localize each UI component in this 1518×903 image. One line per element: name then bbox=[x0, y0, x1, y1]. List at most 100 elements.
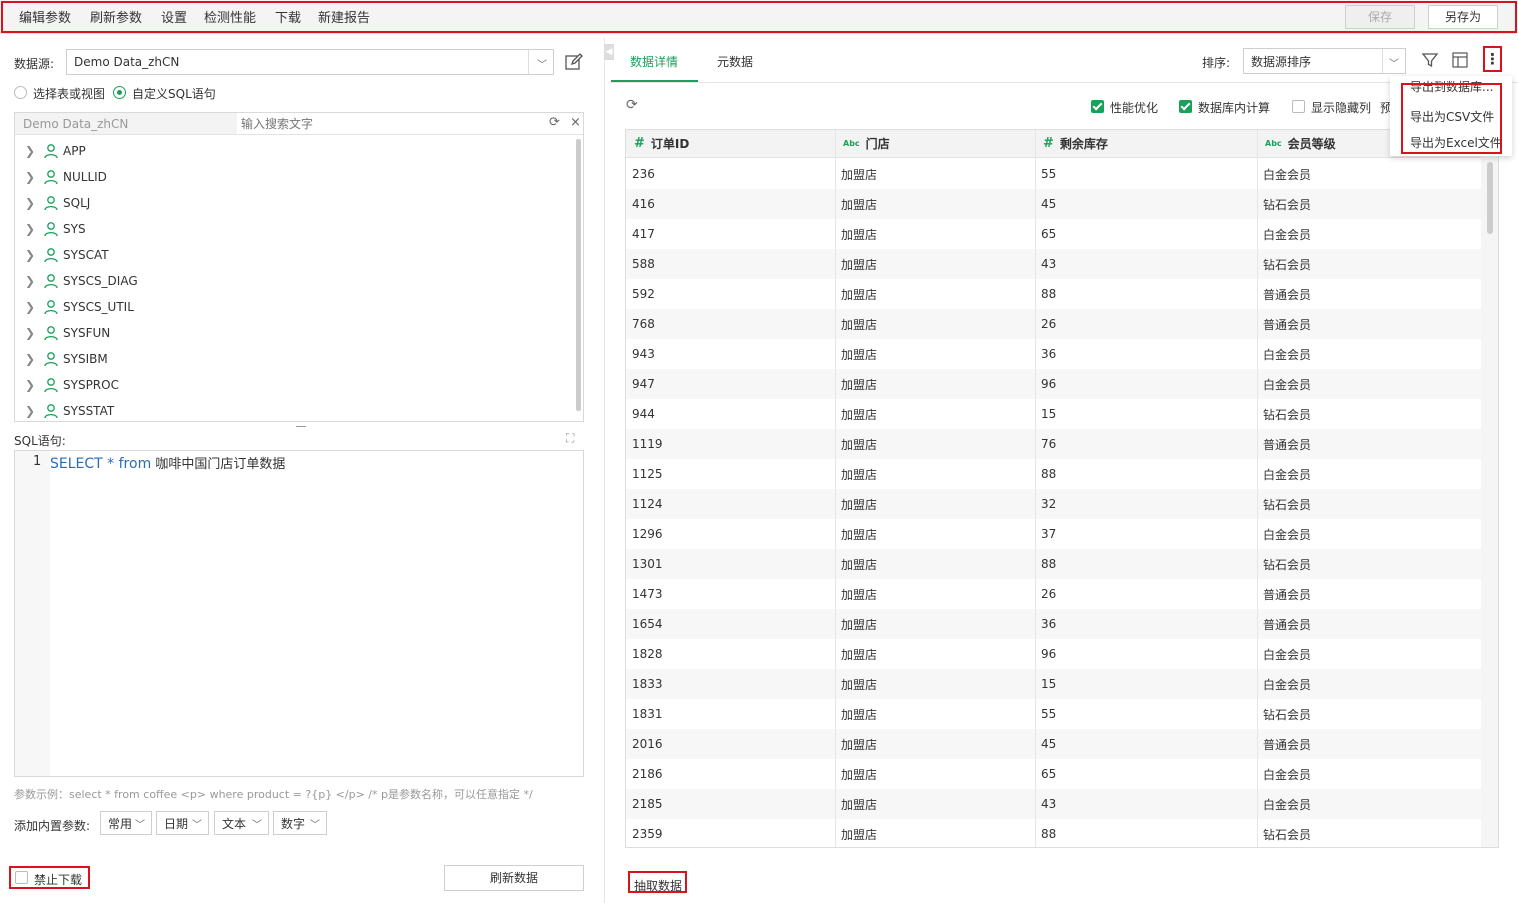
tree-item[interactable]: ❯ SYSCS_UTIL bbox=[25, 297, 134, 317]
tab-metadata[interactable]: 元数据 bbox=[717, 53, 753, 70]
table-cell: 1833 bbox=[632, 677, 663, 691]
refresh-icon[interactable]: ⟳ bbox=[626, 97, 638, 113]
tree-scrollbar[interactable] bbox=[576, 139, 581, 411]
table-row[interactable]: 1119 加盟店 76 普通会员 bbox=[626, 429, 1481, 459]
show-hidden-cols-checkbox[interactable] bbox=[1292, 100, 1305, 113]
table-row[interactable]: 947 加盟店 96 白金会员 bbox=[626, 369, 1481, 399]
table-cell: 88 bbox=[1041, 287, 1057, 301]
tree-item[interactable]: ❯ SYSPROC bbox=[25, 375, 119, 395]
table-row[interactable]: 1654 加盟店 36 普通会员 bbox=[626, 609, 1481, 639]
table-row[interactable]: 1124 加盟店 32 钻石会员 bbox=[626, 489, 1481, 519]
table-cell: 钻石会员 bbox=[1263, 707, 1312, 722]
column-header[interactable]: # 剩余库存 bbox=[1035, 130, 1257, 158]
refresh-data-button[interactable]: 刷新数据 bbox=[444, 865, 584, 891]
table-row[interactable]: 588 加盟店 43 钻石会员 bbox=[626, 249, 1481, 279]
menu-refresh-params[interactable]: 刷新参数 bbox=[90, 7, 142, 26]
grid-scrollbar-thumb[interactable] bbox=[1487, 162, 1493, 234]
export-to-db[interactable]: 导出到数据库... bbox=[1410, 78, 1493, 95]
number-type-icon: # bbox=[634, 136, 645, 151]
export-csv[interactable]: 导出为CSV文件 bbox=[1410, 108, 1494, 125]
expand-icon[interactable]: ⛶ bbox=[566, 431, 574, 446]
param-dropdown-number[interactable]: 数字 ﹀ bbox=[273, 811, 327, 835]
more-options-icon[interactable]: ⋮ bbox=[1484, 47, 1501, 72]
datasource-select[interactable]: Demo Data_zhCN ﹀ bbox=[66, 49, 554, 75]
edit-icon[interactable] bbox=[564, 52, 584, 72]
save-button[interactable]: 保存 bbox=[1345, 5, 1415, 29]
resize-handle[interactable] bbox=[296, 426, 306, 427]
disable-download-checkbox[interactable] bbox=[15, 871, 28, 884]
save-as-button[interactable]: 另存为 bbox=[1428, 5, 1498, 29]
chevron-down-icon: ﹀ bbox=[252, 820, 262, 831]
chevron-right-icon[interactable]: ❯ bbox=[25, 144, 39, 158]
tree-item[interactable]: ❯ SYS bbox=[25, 219, 86, 239]
chevron-right-icon[interactable]: ❯ bbox=[25, 326, 39, 340]
table-cell: 钻石会员 bbox=[1263, 257, 1312, 272]
chevron-right-icon[interactable]: ❯ bbox=[25, 404, 39, 418]
table-row[interactable]: 1296 加盟店 37 白金会员 bbox=[626, 519, 1481, 549]
tree-item[interactable]: ❯ NULLID bbox=[25, 167, 107, 187]
column-header[interactable]: # 订单ID bbox=[626, 130, 835, 158]
filter-icon[interactable] bbox=[1421, 51, 1439, 69]
menu-new-report[interactable]: 新建报告 bbox=[318, 7, 370, 26]
table-row[interactable]: 1125 加盟店 88 白金会员 bbox=[626, 459, 1481, 489]
table-row[interactable]: 2185 加盟店 43 白金会员 bbox=[626, 789, 1481, 819]
tree-item[interactable]: ❯ APP bbox=[25, 141, 86, 161]
user-schema-icon bbox=[44, 378, 58, 393]
table-row[interactable]: 1833 加盟店 15 白金会员 bbox=[626, 669, 1481, 699]
sort-select[interactable]: 数据源排序 ﹀ bbox=[1243, 48, 1406, 74]
tree-item[interactable]: ❯ SQLJ bbox=[25, 193, 90, 213]
table-row[interactable]: 592 加盟店 88 普通会员 bbox=[626, 279, 1481, 309]
chevron-right-icon[interactable]: ❯ bbox=[25, 274, 39, 288]
chevron-right-icon[interactable]: ❯ bbox=[25, 300, 39, 314]
perf-optimize-checkbox[interactable] bbox=[1091, 100, 1104, 113]
collapse-panel-icon[interactable]: ◀ bbox=[604, 44, 614, 60]
tree-item-label: SYS bbox=[63, 222, 86, 236]
menu-check-performance[interactable]: 检测性能 bbox=[204, 7, 256, 26]
columns-icon[interactable] bbox=[1451, 51, 1469, 69]
table-row[interactable]: 944 加盟店 15 钻石会员 bbox=[626, 399, 1481, 429]
table-row[interactable]: 1473 加盟店 26 普通会员 bbox=[626, 579, 1481, 609]
chevron-right-icon[interactable]: ❯ bbox=[25, 248, 39, 262]
param-dropdown-date[interactable]: 日期 ﹀ bbox=[156, 811, 209, 835]
table-cell: 36 bbox=[1041, 617, 1057, 631]
chevron-right-icon[interactable]: ❯ bbox=[25, 352, 39, 366]
chevron-right-icon[interactable]: ❯ bbox=[25, 378, 39, 392]
tree-item[interactable]: ❯ SYSIBM bbox=[25, 349, 108, 369]
table-row[interactable]: 1828 加盟店 96 白金会员 bbox=[626, 639, 1481, 669]
table-row[interactable]: 943 加盟店 36 白金会员 bbox=[626, 339, 1481, 369]
grid-scrollbar-track bbox=[1481, 130, 1498, 847]
tree-item[interactable]: ❯ SYSSTAT bbox=[25, 401, 114, 421]
column-header[interactable]: Abc 门店 bbox=[835, 130, 1035, 158]
extract-data-button[interactable]: 抽取数据 bbox=[634, 877, 682, 894]
table-row[interactable]: 2016 加盟店 45 普通会员 bbox=[626, 729, 1481, 759]
export-excel[interactable]: 导出为Excel文件 bbox=[1410, 134, 1502, 151]
table-row[interactable]: 2359 加盟店 88 钻石会员 bbox=[626, 819, 1481, 847]
refresh-icon[interactable]: ⟳ bbox=[549, 115, 560, 130]
chevron-right-icon[interactable]: ❯ bbox=[25, 170, 39, 184]
table-row[interactable]: 1301 加盟店 88 钻石会员 bbox=[626, 549, 1481, 579]
table-row[interactable]: 417 加盟店 65 白金会员 bbox=[626, 219, 1481, 249]
table-row[interactable]: 2186 加盟店 65 白金会员 bbox=[626, 759, 1481, 789]
table-cell: 普通会员 bbox=[1263, 587, 1312, 602]
chevron-right-icon[interactable]: ❯ bbox=[25, 222, 39, 236]
tree-item[interactable]: ❯ SYSCAT bbox=[25, 245, 109, 265]
table-row[interactable]: 768 加盟店 26 普通会员 bbox=[626, 309, 1481, 339]
table-row[interactable]: 1831 加盟店 55 钻石会员 bbox=[626, 699, 1481, 729]
close-icon[interactable]: × bbox=[570, 115, 581, 130]
param-dropdown-common[interactable]: 常用 ﹀ bbox=[100, 811, 152, 835]
radio-table-view[interactable] bbox=[14, 86, 27, 99]
param-dropdown-text[interactable]: 文本 ﹀ bbox=[214, 811, 269, 835]
tree-search-input[interactable] bbox=[241, 114, 541, 133]
menu-download[interactable]: 下载 bbox=[275, 7, 301, 26]
chevron-right-icon[interactable]: ❯ bbox=[25, 196, 39, 210]
tree-item[interactable]: ❯ SYSFUN bbox=[25, 323, 110, 343]
radio-custom-sql[interactable] bbox=[113, 86, 126, 99]
sql-editor[interactable]: 1 SELECT * from 咖啡中国门店订单数据 bbox=[14, 450, 584, 777]
table-row[interactable]: 416 加盟店 45 钻石会员 bbox=[626, 189, 1481, 219]
db-calc-checkbox[interactable] bbox=[1179, 100, 1192, 113]
menu-settings[interactable]: 设置 bbox=[161, 7, 187, 26]
tree-item[interactable]: ❯ SYSCS_DIAG bbox=[25, 271, 138, 291]
menu-edit-params[interactable]: 编辑参数 bbox=[19, 7, 71, 26]
tab-data-detail[interactable]: 数据详情 bbox=[630, 53, 678, 70]
table-row[interactable]: 236 加盟店 55 白金会员 bbox=[626, 159, 1481, 189]
